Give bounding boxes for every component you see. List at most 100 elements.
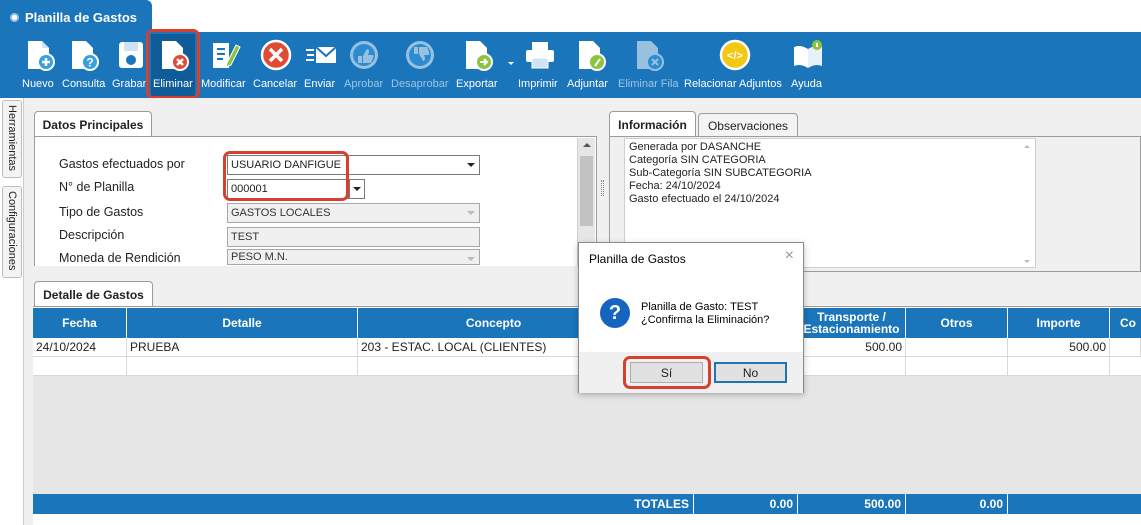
nro-planilla-dropdown[interactable] [349, 179, 365, 199]
question-icon: ? [600, 298, 630, 328]
send-label: Enviar [304, 78, 336, 90]
send-button[interactable]: Enviar [304, 34, 338, 98]
descripcion-input[interactable]: TEST [227, 227, 480, 247]
disapprove-button[interactable]: Desaprobar [391, 34, 449, 98]
sidebar-tab-settings-label: Configuraciones [6, 191, 18, 271]
cell-fecha[interactable]: 24/10/2024 [33, 338, 127, 357]
scroll-up-icon[interactable] [583, 143, 591, 147]
chevron-down-icon [467, 211, 475, 215]
tab-detalle-de-gastos-label: Detalle de Gastos [43, 288, 144, 302]
save-label: Grabar [112, 78, 147, 90]
cancel-label: Cancelar [253, 78, 298, 90]
splitter-grip[interactable] [601, 180, 604, 196]
dialog-message-line1: Planilla de Gasto: TEST [641, 301, 759, 313]
help-button[interactable]: Ayuda [791, 34, 825, 98]
question-glyph: ? [608, 301, 622, 324]
col-header-label: Transporte / Estacionamiento [803, 310, 900, 336]
info-line: Sub-Categoría SIN SUBCATEGORIA [629, 167, 812, 179]
query-doc-icon: ? [72, 41, 99, 71]
tab-detalle-de-gastos[interactable]: Detalle de Gastos [34, 281, 153, 308]
help-label: Ayuda [791, 78, 822, 90]
svg-text:?: ? [86, 56, 93, 70]
col-header-label: Concepto [465, 316, 522, 330]
query-label: Consulta [62, 78, 106, 90]
col-header-transporte[interactable]: Transporte / Estacionamiento [798, 308, 906, 338]
tab-informacion[interactable]: Información [609, 111, 696, 137]
scroll-down-icon[interactable] [1024, 260, 1030, 263]
tab-observaciones[interactable]: Observaciones [698, 113, 798, 137]
col-header-label: Fecha [62, 316, 97, 330]
info-line: Gasto efectuado el 24/10/2024 [629, 193, 780, 205]
sidebar-tab-tools[interactable]: Herramientas [2, 100, 22, 178]
label-gastos-efectuados-por: Gastos efectuados por [59, 157, 185, 171]
print-label: Imprimir [518, 78, 558, 90]
cancel-circle-icon [260, 39, 292, 71]
link-attachments-icon: </> [719, 39, 751, 71]
totals-value-text: 0.00 [979, 497, 1003, 511]
no-label: No [742, 365, 759, 380]
window-radio-icon [10, 12, 19, 22]
tipo-de-gastos-select[interactable]: GASTOS LOCALES [227, 203, 480, 223]
cell-importe-value: 500.00 [1069, 340, 1106, 354]
col-header-importe[interactable]: Importe [1008, 308, 1110, 338]
col-header-detalle[interactable]: Detalle [127, 308, 358, 338]
export-dropdown-arrow[interactable] [508, 62, 514, 65]
save-button[interactable]: Grabar [112, 34, 148, 98]
attach-button[interactable]: Adjuntar [567, 34, 613, 98]
moneda-de-rendicion-value: PESO M.N. [231, 251, 288, 263]
col-header-label: Importe [1036, 316, 1081, 330]
attach-label: Adjuntar [567, 78, 608, 90]
printer-icon [526, 42, 554, 69]
tab-datos-principales[interactable]: Datos Principales [34, 111, 152, 137]
thumbs-up-icon [350, 41, 378, 69]
chevron-down-icon [467, 163, 475, 167]
sidebar-tab-settings[interactable]: Configuraciones [2, 186, 22, 278]
cell-transporte[interactable]: 500.00 [798, 338, 906, 357]
cell-concepto-value: 203 - ESTAC. LOCAL (CLIENTES) [361, 340, 547, 354]
cell-co[interactable] [1110, 338, 1141, 357]
col-header-fecha[interactable]: Fecha [33, 308, 127, 338]
cell-otros[interactable] [906, 338, 1008, 357]
descripcion-value: TEST [231, 231, 260, 243]
cell-detalle-value: PRUEBA [130, 340, 180, 354]
totals-value-1: 0.00 [694, 494, 798, 514]
chevron-down-icon [353, 187, 361, 191]
export-doc-icon [466, 41, 493, 71]
info-line: Categoría SIN CATEGORIA [629, 154, 766, 166]
totals-value-text: 0.00 [769, 497, 793, 511]
delete-row-button[interactable]: Eliminar Fila [618, 34, 679, 98]
col-header-label: Otros [940, 316, 973, 330]
datos-scroll-thumb[interactable] [580, 156, 593, 226]
cell-detalle[interactable]: PRUEBA [127, 338, 358, 357]
cell-importe[interactable]: 500.00 [1008, 338, 1110, 357]
approve-button[interactable]: Aprobar [344, 34, 384, 98]
edit-doc-icon [213, 43, 241, 68]
print-button[interactable]: Imprimir [518, 34, 562, 98]
close-icon[interactable]: × [785, 247, 794, 265]
export-label: Exportar [456, 78, 498, 90]
label-descripcion: Descripción [59, 228, 125, 242]
link-attachments-button[interactable]: </> Relacionar Adjuntos [684, 34, 786, 98]
disapprove-label: Desaprobar [391, 78, 449, 90]
col-header-otros[interactable]: Otros [906, 308, 1008, 338]
dialog-message: Planilla de Gasto: TEST ¿Confirma la Elim… [641, 301, 769, 327]
moneda-de-rendicion-select[interactable]: PESO M.N. [227, 249, 480, 265]
delete-row-icon [637, 41, 664, 71]
export-button[interactable]: Exportar [456, 34, 514, 98]
modify-button[interactable]: Modificar [201, 34, 247, 98]
scroll-up-icon[interactable] [1024, 145, 1030, 148]
new-button[interactable]: Nuevo [22, 34, 56, 98]
delete-row-label: Eliminar Fila [618, 78, 679, 90]
totals-value-2: 500.00 [798, 494, 906, 514]
query-button[interactable]: ? Consulta [62, 34, 106, 98]
tab-informacion-label: Información [618, 117, 687, 132]
col-header-label: Co [1120, 316, 1136, 330]
cancel-button[interactable]: Cancelar [253, 34, 299, 98]
window-title-tab[interactable]: Planilla de Gastos [0, 0, 152, 34]
totals-value-text: 500.00 [864, 497, 901, 511]
info-line: Fecha: 24/10/2024 [629, 180, 721, 192]
grid-empty-area [33, 376, 1141, 494]
col-header-co[interactable]: Co [1110, 308, 1141, 338]
no-button[interactable]: No [714, 362, 787, 383]
new-doc-icon [28, 41, 55, 71]
